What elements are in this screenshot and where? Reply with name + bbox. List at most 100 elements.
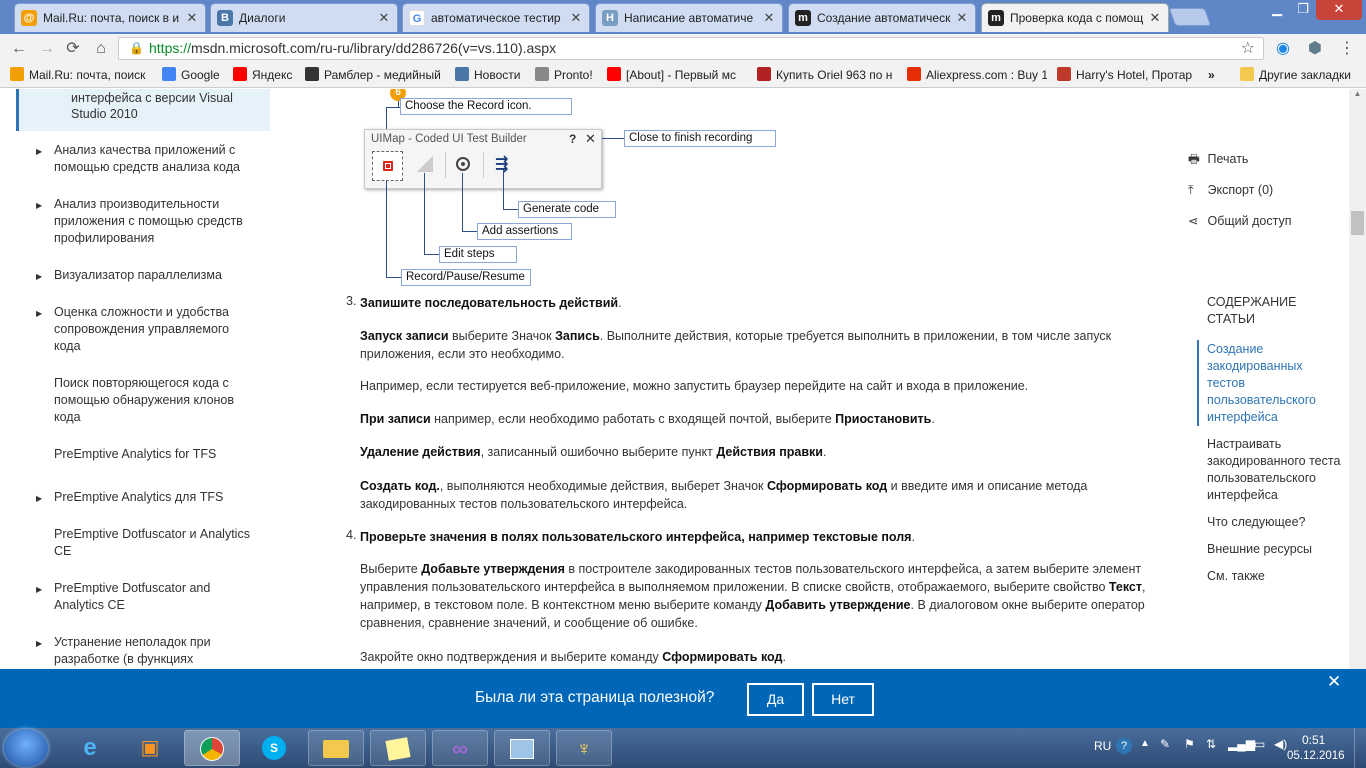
- feedback-no-button[interactable]: Нет: [812, 683, 874, 716]
- tray-battery-icon[interactable]: ▭: [1254, 737, 1265, 751]
- bookmark-pronto[interactable]: Pronto!: [535, 66, 597, 84]
- mailru-icon: @: [21, 10, 37, 26]
- tab-google[interactable]: G автоматическое тестир ✕: [402, 3, 590, 32]
- msdn-icon: m: [795, 10, 811, 26]
- menu-icon[interactable]: ⋮: [1336, 38, 1358, 60]
- taskbar-chrome[interactable]: [184, 730, 240, 766]
- leftnav-item[interactable]: PreEmptive Analytics для TFS: [54, 489, 259, 506]
- bookmarks-more-icon[interactable]: »: [1208, 66, 1224, 84]
- tab-title: Mail.Ru: почта, поиск в и: [43, 11, 180, 25]
- bookmark-news[interactable]: Новости: [455, 66, 525, 84]
- bookmark-rambler[interactable]: Рамблер - медийный: [305, 66, 443, 84]
- taskbar-ie[interactable]: e: [62, 730, 118, 766]
- google-icon: [162, 67, 176, 81]
- toc-item[interactable]: Что следующее?: [1207, 514, 1347, 531]
- tab-habr[interactable]: H Написание автоматиче ✕: [595, 3, 783, 32]
- paragraph: Удаление действия, записанный ошибочно в…: [360, 445, 827, 459]
- export-icon: ⤒: [1188, 183, 1194, 197]
- page-scrollbar[interactable]: ▲ ▼: [1349, 89, 1366, 728]
- language-indicator[interactable]: RU: [1094, 739, 1111, 753]
- bookmark-oriel[interactable]: Купить Oriel 963 по н: [757, 66, 897, 84]
- folder-icon: [323, 740, 349, 758]
- taskbar-explorer[interactable]: [308, 730, 364, 766]
- tab-mailru[interactable]: @ Mail.Ru: почта, поиск в и ✕: [14, 3, 206, 32]
- clock-date[interactable]: 05.12.2016: [1287, 750, 1345, 762]
- step4-heading: Проверьте значения в полях пользовательс…: [360, 530, 915, 544]
- other-bookmarks[interactable]: Другие закладки: [1240, 66, 1365, 84]
- tab-msdn-verify[interactable]: m Проверка кода с помощ ✕: [981, 3, 1169, 32]
- tray-network-icon[interactable]: ✎: [1160, 737, 1170, 751]
- toc-active-bar: [1197, 340, 1199, 426]
- leftnav-item[interactable]: Оценка сложности и удобства сопровождени…: [54, 304, 259, 355]
- tray-signal-icon[interactable]: ▂▄▆: [1228, 737, 1255, 751]
- show-desktop-button[interactable]: [1354, 728, 1366, 768]
- print-icon: 🖶: [1188, 152, 1200, 166]
- taskbar-tool[interactable]: ♆: [556, 730, 612, 766]
- extension-play-icon[interactable]: ◉: [1272, 38, 1294, 60]
- close-feedback-icon[interactable]: ✕: [1327, 672, 1341, 692]
- home-icon[interactable]: ⌂: [90, 38, 112, 60]
- taskbar-skype[interactable]: S: [246, 730, 302, 766]
- close-tab-icon[interactable]: ✕: [185, 10, 199, 26]
- clock-time[interactable]: 0:51: [1302, 733, 1325, 747]
- taskbar-visual-studio[interactable]: ∞: [432, 730, 488, 766]
- toc-item[interactable]: См. также: [1207, 568, 1347, 585]
- yandex-icon: [233, 67, 247, 81]
- reload-icon[interactable]: ⟳: [62, 38, 84, 60]
- tray-expand-icon[interactable]: ▲: [1140, 738, 1150, 749]
- vk-icon: [455, 67, 469, 81]
- minimize-button[interactable]: ▁: [1264, 0, 1290, 20]
- print-link[interactable]: 🖶 Печать: [1188, 151, 1248, 168]
- close-tab-icon[interactable]: ✕: [1148, 10, 1162, 26]
- help-tray-icon[interactable]: ?: [1116, 738, 1132, 754]
- bookmark-aliexpress[interactable]: Aliexpress.com : Buy 1: [907, 66, 1047, 84]
- leftnav-item[interactable]: PreEmptive Dotfuscator и Analytics CE: [54, 526, 259, 560]
- start-button[interactable]: [4, 729, 48, 767]
- tab-vk[interactable]: В Диалоги ✕: [210, 3, 398, 32]
- star-icon[interactable]: ☆: [1241, 38, 1255, 59]
- tray-flag-icon[interactable]: ⚑: [1184, 737, 1195, 751]
- toc-item[interactable]: Внешние ресурсы: [1207, 541, 1347, 558]
- close-tab-icon[interactable]: ✕: [377, 10, 391, 26]
- scroll-up-arrow-icon[interactable]: ▲: [1349, 89, 1366, 103]
- leftnav-item[interactable]: Поиск повторяющегося кода с помощью обна…: [54, 375, 259, 426]
- bookmark-yandex[interactable]: Яндекс: [233, 66, 298, 84]
- address-bar[interactable]: 🔒 https://msdn.microsoft.com/ru-ru/libra…: [118, 37, 1264, 60]
- skype-icon: S: [262, 736, 286, 760]
- close-tab-icon[interactable]: ✕: [762, 10, 776, 26]
- step-number: 3.: [346, 294, 357, 308]
- taskbar-media[interactable]: ▣: [122, 730, 178, 766]
- triangle-icon: ▶: [36, 639, 43, 648]
- leftnav-item[interactable]: PreEmptive Analytics for TFS: [54, 446, 259, 463]
- bookmark-google[interactable]: Google: [162, 66, 227, 84]
- aliexpress-icon: [907, 67, 921, 81]
- export-link[interactable]: ⤒ Экспорт (0): [1188, 182, 1273, 199]
- toc-item-active[interactable]: Создание закодированных тестов пользоват…: [1207, 341, 1322, 426]
- share-link[interactable]: ⋖ Общий доступ: [1188, 213, 1291, 230]
- bookmark-mailru[interactable]: Mail.Ru: почта, поиск: [10, 66, 150, 84]
- scrollbar-thumb[interactable]: [1351, 211, 1364, 235]
- close-window-button[interactable]: ✕: [1316, 0, 1362, 20]
- bookmark-harrys-hotel[interactable]: Harry's Hotel, Протар: [1057, 66, 1197, 84]
- tray-arrows-icon[interactable]: ⇅: [1206, 737, 1216, 751]
- leftnav-item[interactable]: PreEmptive Dotfuscator and Analytics CE: [54, 580, 259, 614]
- tab-msdn-create[interactable]: m Создание автоматическ ✕: [788, 3, 976, 32]
- url-scheme: https://: [149, 40, 192, 56]
- tray-volume-icon[interactable]: ◀): [1274, 737, 1287, 751]
- extension-shield-icon[interactable]: ⬢: [1304, 38, 1326, 60]
- close-tab-icon[interactable]: ✕: [955, 10, 969, 26]
- new-tab-button[interactable]: [1168, 8, 1212, 26]
- taskbar-app[interactable]: [494, 730, 550, 766]
- taskbar-sticky-notes[interactable]: [370, 730, 426, 766]
- bookmark-youtube[interactable]: [About] - Первый мс: [607, 66, 747, 84]
- guitar-icon: [757, 67, 771, 81]
- feedback-yes-button[interactable]: Да: [747, 683, 804, 716]
- tab-title: Диалоги: [239, 11, 286, 25]
- back-icon[interactable]: ←: [8, 38, 30, 60]
- close-tab-icon[interactable]: ✕: [569, 10, 583, 26]
- toc-item[interactable]: Настраивать закодированного теста пользо…: [1207, 436, 1352, 504]
- leftnav-item[interactable]: Устранение неполадок при разработке (в ф…: [54, 634, 259, 668]
- forward-icon[interactable]: →: [36, 38, 58, 60]
- maximize-button[interactable]: ❐: [1290, 0, 1316, 20]
- tool-icon: ♆: [576, 738, 592, 760]
